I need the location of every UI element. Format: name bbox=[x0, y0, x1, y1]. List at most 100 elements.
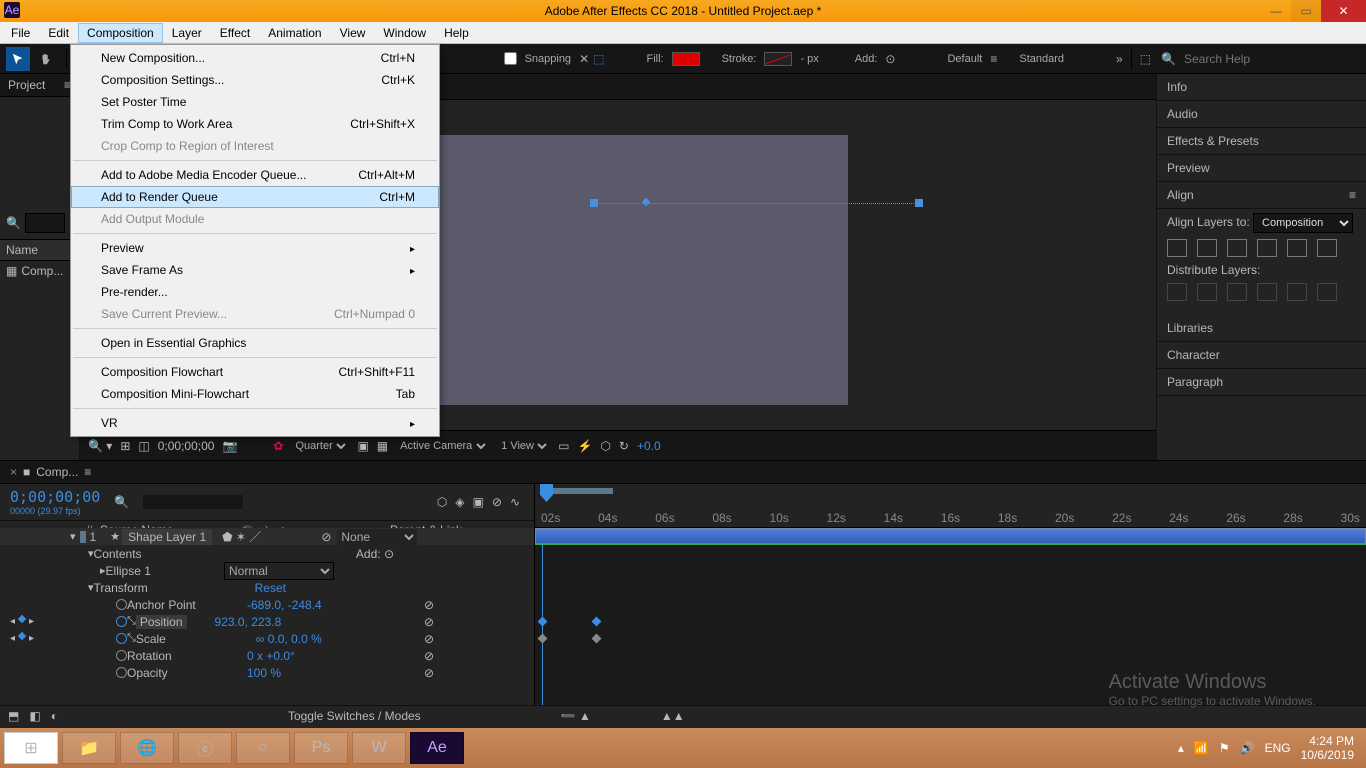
keyframe-nav[interactable]: ◂ ▸ bbox=[10, 633, 34, 644]
parent-select[interactable]: None bbox=[337, 529, 417, 545]
menu-item-add-to-adobe-media-encoder-queue[interactable]: Add to Adobe Media Encoder Queue...Ctrl+… bbox=[71, 164, 439, 186]
ie-icon[interactable]: ⓔ bbox=[178, 732, 232, 764]
panel-align[interactable]: Align≡ bbox=[1157, 182, 1366, 209]
file-explorer-icon[interactable]: 📁 bbox=[62, 732, 116, 764]
menu-view[interactable]: View bbox=[331, 23, 375, 43]
keyframe[interactable] bbox=[592, 634, 602, 644]
roi-icon[interactable]: ▣ bbox=[357, 439, 368, 453]
panel-paragraph[interactable]: Paragraph bbox=[1157, 369, 1366, 396]
fast-preview-icon[interactable]: ⚡ bbox=[577, 439, 592, 453]
workspace-default[interactable]: Default bbox=[947, 53, 982, 65]
grid-icon[interactable]: ⊞ bbox=[120, 439, 130, 453]
layer-duration-bar[interactable] bbox=[535, 528, 1366, 545]
maximize-button[interactable]: ▭ bbox=[1291, 0, 1321, 22]
minimize-button[interactable]: — bbox=[1261, 0, 1291, 22]
motion-path[interactable] bbox=[593, 203, 918, 205]
menu-item-set-poster-time[interactable]: Set Poster Time bbox=[71, 91, 439, 113]
comp-item[interactable]: ▦Comp... bbox=[0, 261, 79, 281]
menu-item-composition-flowchart[interactable]: Composition FlowchartCtrl+Shift+F11 bbox=[71, 361, 439, 383]
keyframe[interactable] bbox=[538, 634, 548, 644]
menu-animation[interactable]: Animation bbox=[259, 23, 330, 43]
start-button[interactable]: ⊞ bbox=[4, 732, 58, 764]
reset-exposure-icon[interactable]: ↻ bbox=[619, 439, 629, 453]
snapping-checkbox[interactable] bbox=[504, 52, 517, 65]
motion-blur-icon[interactable]: ⊘ bbox=[492, 495, 502, 509]
stroke-swatch[interactable] bbox=[764, 52, 792, 66]
ellipse-group[interactable]: ▸ Ellipse 1Normal bbox=[0, 562, 534, 579]
timeline-search[interactable] bbox=[143, 495, 243, 509]
snap-icon[interactable]: ✕ bbox=[579, 52, 589, 66]
keyframe[interactable] bbox=[592, 617, 602, 627]
rotation-value[interactable]: 0 x +0.0° bbox=[247, 649, 295, 663]
work-area-bar[interactable] bbox=[543, 488, 613, 494]
draft-3d-icon[interactable]: ◈ bbox=[455, 495, 464, 509]
pixel-aspect-icon[interactable]: ▭ bbox=[558, 439, 569, 453]
resolution-select[interactable]: Quarter bbox=[291, 439, 349, 453]
keyframe-nav[interactable]: ◂ ▸ bbox=[10, 616, 34, 627]
menu-item-add-to-render-queue[interactable]: Add to Render QueueCtrl+M bbox=[71, 186, 439, 208]
anchor-value[interactable]: -689.0, -248.4 bbox=[247, 598, 322, 612]
menu-item-pre-render[interactable]: Pre-render... bbox=[71, 281, 439, 303]
align-icon[interactable] bbox=[1317, 239, 1337, 257]
menu-item-vr[interactable]: VR bbox=[71, 412, 439, 434]
frame-blend-icon[interactable]: ▣ bbox=[473, 495, 484, 509]
panel-preview[interactable]: Preview bbox=[1157, 155, 1366, 182]
frame-blend-toggle[interactable]: ◧ bbox=[29, 709, 40, 723]
transform-group[interactable]: ▾ TransformReset bbox=[0, 579, 534, 596]
opacity-value[interactable]: 100 % bbox=[247, 666, 281, 680]
comp-mini-flowchart-icon[interactable]: ⬡ bbox=[437, 495, 447, 509]
panel-menu-icon[interactable]: ≡ bbox=[84, 465, 91, 479]
project-tab[interactable]: Project bbox=[8, 78, 45, 92]
name-column-header[interactable]: Name bbox=[0, 239, 79, 261]
position-value[interactable]: 923.0, 223.8 bbox=[215, 615, 282, 629]
menu-item-new-composition[interactable]: New Composition...Ctrl+N bbox=[71, 47, 439, 69]
stopwatch-icon[interactable] bbox=[116, 667, 127, 678]
search-help-input[interactable] bbox=[1180, 49, 1360, 69]
workspace-standard[interactable]: Standard bbox=[1019, 53, 1064, 65]
composition-canvas[interactable] bbox=[388, 135, 848, 405]
timecode-display[interactable]: 0;00;00;00 bbox=[158, 439, 215, 453]
align-target-select[interactable]: Composition bbox=[1253, 213, 1353, 233]
fill-swatch[interactable] bbox=[672, 52, 700, 66]
menu-icon[interactable]: ≡ bbox=[990, 52, 997, 66]
stroke-px[interactable]: - px bbox=[800, 53, 818, 65]
menu-layer[interactable]: Layer bbox=[163, 23, 211, 43]
anchor-point-property[interactable]: Anchor Point-689.0, -248.4⊘ bbox=[0, 596, 534, 613]
stopwatch-icon[interactable] bbox=[116, 599, 127, 610]
panel-character[interactable]: Character bbox=[1157, 342, 1366, 369]
menu-window[interactable]: Window bbox=[374, 23, 435, 43]
menu-item-composition-mini-flowchart[interactable]: Composition Mini-FlowchartTab bbox=[71, 383, 439, 405]
position-property[interactable]: ◂ ▸ ⤡ Position923.0, 223.8⊘ bbox=[0, 613, 534, 630]
reset-button[interactable]: Reset bbox=[255, 581, 286, 595]
menu-composition[interactable]: Composition bbox=[78, 23, 163, 43]
chevrons-icon[interactable]: » bbox=[1116, 52, 1123, 66]
contents-group[interactable]: ▾ ContentsAdd: ⊙ bbox=[0, 545, 534, 562]
playhead[interactable] bbox=[540, 484, 553, 502]
word-icon[interactable]: W bbox=[352, 732, 406, 764]
blend-mode-select[interactable]: Normal bbox=[224, 562, 334, 580]
path-handle[interactable] bbox=[915, 199, 923, 207]
magnify-icon[interactable]: 🔍 ▾ bbox=[88, 439, 112, 453]
graph-editor-icon[interactable]: ∿ bbox=[510, 495, 520, 509]
menu-help[interactable]: Help bbox=[435, 23, 478, 43]
timeline-tab[interactable]: Comp... bbox=[36, 465, 78, 479]
align-icon[interactable] bbox=[1167, 239, 1187, 257]
shy-icon[interactable]: ⬒ bbox=[8, 709, 19, 723]
panel-info[interactable]: Info bbox=[1157, 74, 1366, 101]
menu-item-trim-comp-to-work-area[interactable]: Trim Comp to Work AreaCtrl+Shift+X bbox=[71, 113, 439, 135]
toggle-switches-button[interactable]: Toggle Switches / Modes bbox=[288, 709, 421, 723]
volume-icon[interactable]: 🔊 bbox=[1240, 741, 1255, 755]
opacity-property[interactable]: Opacity100 %⊘ bbox=[0, 664, 534, 681]
current-time[interactable]: 0;00;00;00 bbox=[10, 488, 100, 506]
snapshot-icon[interactable]: 📷 bbox=[222, 439, 237, 453]
selection-tool[interactable] bbox=[6, 47, 30, 71]
time-ruler[interactable]: 02s04s06s08s10s12s14s16s18s20s22s24s26s2… bbox=[535, 484, 1366, 527]
camera-select[interactable]: Active Camera bbox=[396, 439, 489, 453]
tools-icon[interactable]: ⬚ bbox=[1140, 52, 1151, 66]
exposure-value[interactable]: +0.0 bbox=[637, 439, 661, 453]
panel-audio[interactable]: Audio bbox=[1157, 101, 1366, 128]
stopwatch-icon[interactable] bbox=[116, 616, 127, 627]
scale-value[interactable]: 0.0, 0.0 % bbox=[268, 632, 322, 646]
cortana-icon[interactable]: ○ bbox=[236, 732, 290, 764]
close-tab-icon[interactable]: × bbox=[10, 465, 17, 479]
